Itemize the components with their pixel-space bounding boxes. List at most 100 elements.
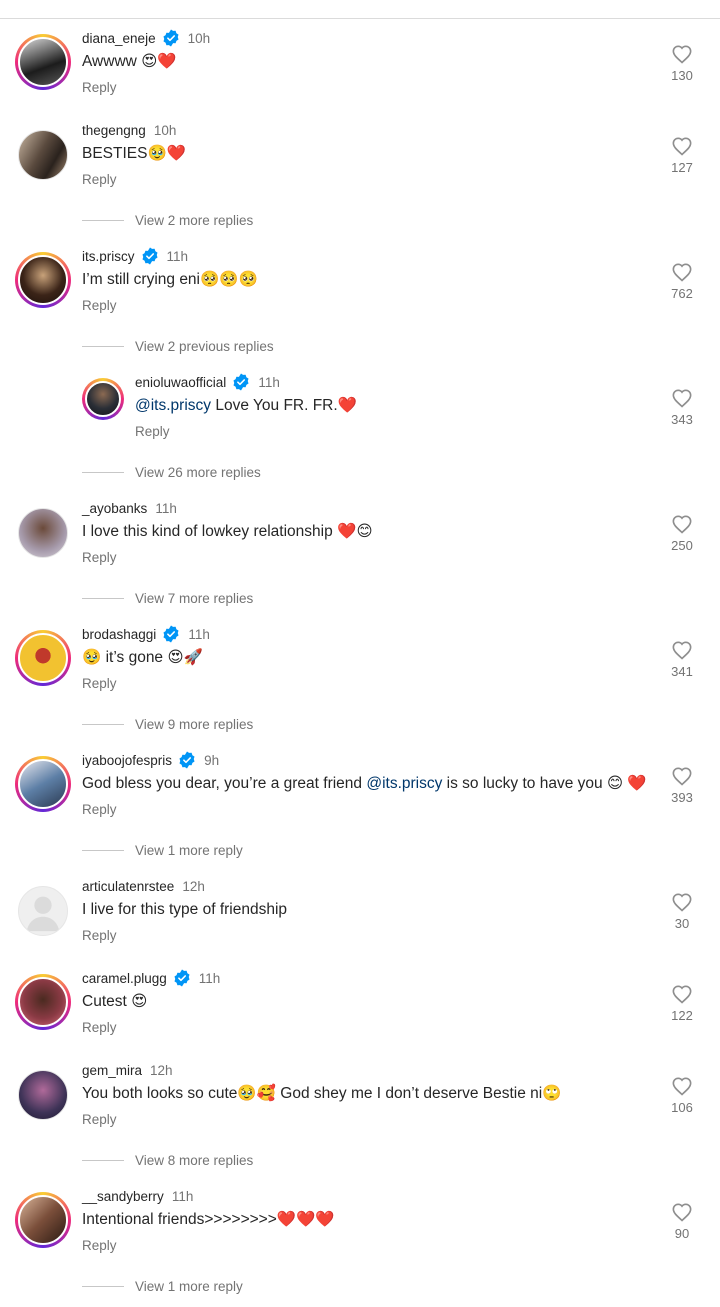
avatar[interactable] bbox=[15, 34, 71, 90]
like-count: 90 bbox=[674, 1226, 690, 1241]
comment-time: 11h bbox=[166, 248, 189, 264]
reply-button[interactable]: Reply bbox=[135, 423, 170, 441]
view-more-replies[interactable]: View 7 more replies bbox=[82, 588, 253, 608]
comment-username[interactable]: thegengng bbox=[82, 123, 146, 138]
avatar[interactable] bbox=[15, 630, 71, 686]
reply-button[interactable]: Reply bbox=[82, 801, 117, 819]
like-count: 341 bbox=[671, 664, 693, 679]
comment-username[interactable]: articulatenrstee bbox=[82, 879, 174, 894]
comment-text: I’m still crying eni🥺🥺🥺 bbox=[82, 271, 258, 288]
comment-username[interactable]: __sandyberry bbox=[82, 1189, 164, 1204]
comment-text: 🥹 it’s gone 😍🚀 bbox=[82, 649, 203, 666]
comment-time: 11h bbox=[258, 374, 280, 390]
comment-username[interactable]: _ayobanks bbox=[82, 501, 147, 516]
comment-time: 9h bbox=[204, 752, 220, 768]
heart-icon[interactable] bbox=[671, 388, 693, 408]
avatar[interactable] bbox=[18, 1070, 68, 1120]
comment-time: 11h bbox=[198, 970, 221, 986]
view-more-label: View 1 more reply bbox=[135, 842, 243, 858]
heart-icon[interactable] bbox=[671, 1202, 693, 1222]
like-count: 130 bbox=[671, 68, 693, 83]
comment-username[interactable]: diana_eneje bbox=[82, 31, 156, 46]
view-more-replies[interactable]: View 9 more replies bbox=[82, 714, 253, 734]
like-count: 122 bbox=[671, 1008, 693, 1023]
like-count: 30 bbox=[674, 916, 690, 931]
replies-divider bbox=[82, 723, 124, 725]
view-more-label: View 2 more replies bbox=[135, 212, 254, 228]
reply-button[interactable]: Reply bbox=[82, 297, 117, 315]
comment-text: I love this kind of lowkey relationship … bbox=[82, 523, 373, 540]
comment-text-after: is so lucky to have you 😊 ❤️ bbox=[442, 775, 647, 792]
view-more-replies[interactable]: View 8 more replies bbox=[82, 1150, 253, 1170]
reply-button[interactable]: Reply bbox=[82, 1237, 117, 1255]
comment-text: Intentional friends>>>>>>>>❤️❤️❤️ bbox=[82, 1211, 335, 1228]
comment-text: God bless you dear, you’re a great frien… bbox=[82, 773, 647, 795]
mention-link[interactable]: @its.priscy bbox=[135, 397, 211, 414]
avatar[interactable] bbox=[18, 508, 68, 558]
reply-button[interactable]: Reply bbox=[82, 79, 117, 97]
view-more-replies[interactable]: View 1 more reply bbox=[82, 840, 243, 860]
comment-text: BESTIES🥹❤️ bbox=[82, 145, 187, 162]
reply-button[interactable]: Reply bbox=[82, 927, 117, 945]
like-count: 106 bbox=[671, 1100, 693, 1115]
comment-text: Awwww 😍❤️ bbox=[82, 53, 177, 70]
comment-username[interactable]: brodashaggi bbox=[82, 627, 156, 642]
view-more-label: View 9 more replies bbox=[135, 716, 254, 732]
like-count: 127 bbox=[671, 160, 693, 175]
avatar[interactable] bbox=[15, 756, 71, 812]
reply-button[interactable]: Reply bbox=[82, 1111, 117, 1129]
avatar[interactable] bbox=[18, 886, 68, 936]
replies-divider bbox=[82, 345, 124, 347]
default-avatar-icon bbox=[26, 896, 60, 932]
mention-link[interactable]: @its.priscy bbox=[366, 775, 442, 792]
reply-button[interactable]: Reply bbox=[82, 1019, 117, 1037]
reply-button[interactable]: Reply bbox=[82, 549, 117, 567]
like-count: 393 bbox=[671, 790, 693, 805]
comment-username[interactable]: caramel.plugg bbox=[82, 971, 167, 986]
avatar[interactable] bbox=[15, 1192, 71, 1248]
comment-time: 11h bbox=[188, 626, 210, 642]
view-more-replies[interactable]: View 26 more replies bbox=[82, 462, 261, 482]
avatar[interactable] bbox=[82, 378, 124, 420]
heart-icon[interactable] bbox=[671, 766, 693, 786]
heart-icon[interactable] bbox=[671, 44, 693, 64]
comment-username[interactable]: gem_mira bbox=[82, 1063, 142, 1078]
heart-icon[interactable] bbox=[671, 640, 693, 660]
replies-divider bbox=[82, 849, 124, 851]
avatar[interactable] bbox=[15, 252, 71, 308]
verified-badge-icon bbox=[163, 625, 179, 643]
heart-icon[interactable] bbox=[671, 892, 693, 912]
heart-icon[interactable] bbox=[671, 136, 693, 156]
heart-icon[interactable] bbox=[671, 262, 693, 282]
view-more-label: View 7 more replies bbox=[135, 590, 254, 606]
replies-divider bbox=[82, 597, 124, 599]
view-more-replies[interactable]: View 2 more replies bbox=[82, 210, 253, 230]
view-more-replies[interactable]: View 1 more reply bbox=[82, 1276, 243, 1296]
like-count: 250 bbox=[671, 538, 693, 553]
verified-badge-icon bbox=[174, 969, 190, 987]
heart-icon[interactable] bbox=[671, 1076, 693, 1096]
comment-username[interactable]: iyaboojofespris bbox=[82, 753, 172, 768]
like-count: 343 bbox=[671, 412, 693, 427]
reply-button[interactable]: Reply bbox=[82, 171, 117, 189]
view-more-label: View 1 more reply bbox=[135, 1278, 243, 1294]
comment-time: 10h bbox=[153, 122, 177, 138]
comment-username[interactable]: its.priscy bbox=[82, 249, 135, 264]
heart-icon[interactable] bbox=[671, 984, 693, 1004]
comment-username[interactable]: enioluwaofficial bbox=[135, 375, 226, 390]
view-previous-replies[interactable]: View 2 previous replies bbox=[82, 336, 274, 356]
reply-button[interactable]: Reply bbox=[82, 675, 117, 693]
avatar[interactable] bbox=[18, 130, 68, 180]
avatar[interactable] bbox=[15, 974, 71, 1030]
view-more-label: View 26 more replies bbox=[135, 464, 261, 480]
replies-divider bbox=[82, 1159, 124, 1161]
heart-icon[interactable] bbox=[671, 514, 693, 534]
comment-text-body: Love You FR. FR.❤️ bbox=[211, 397, 357, 414]
comment-time: 11h bbox=[171, 1188, 194, 1204]
view-previous-label: View 2 previous replies bbox=[135, 338, 274, 354]
replies-divider bbox=[82, 1285, 124, 1287]
comment-time: 12h bbox=[150, 1062, 173, 1078]
comment-text: I live for this type of friendship bbox=[82, 901, 288, 918]
verified-badge-icon bbox=[179, 751, 195, 769]
comment-time: 12h bbox=[182, 878, 205, 894]
